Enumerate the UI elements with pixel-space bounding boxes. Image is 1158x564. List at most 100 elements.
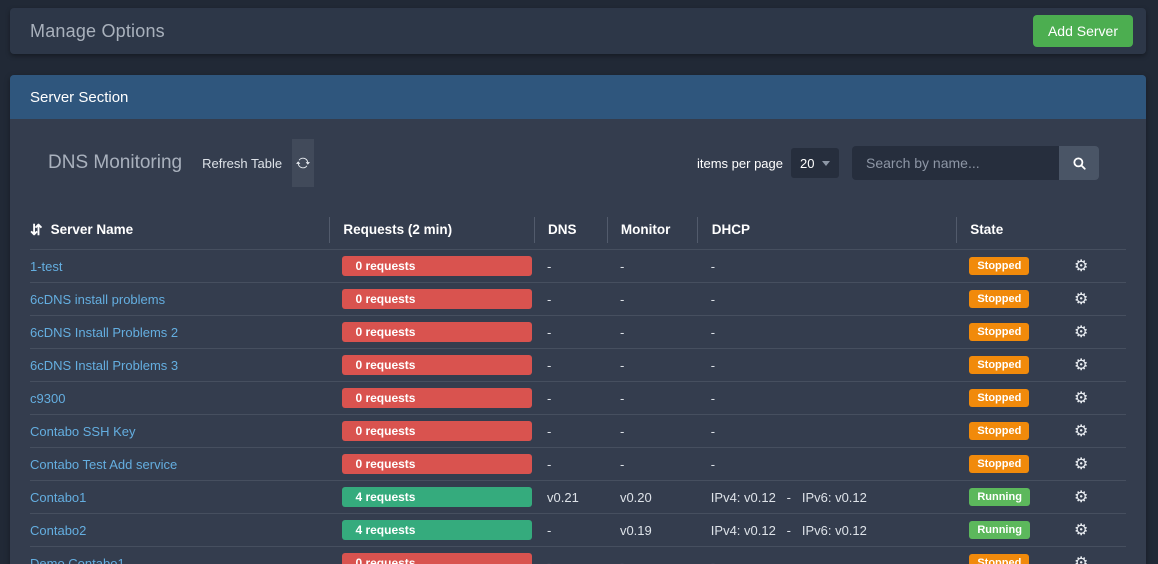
actions-cell: ⚙ [1066,289,1126,309]
table-body: 1-test 0 requests - - - Stopped ⚙ 6cDNS … [30,249,1126,564]
dhcp-value: - [697,358,957,373]
server-name-link[interactable]: 6cDNS Install Problems 2 [30,325,178,340]
manage-options-bar: Manage Options Add Server [10,8,1146,54]
dhcp-value: - [697,325,957,340]
dhcp-value: - [697,424,957,439]
requests-badge: 0 requests [342,322,532,342]
dhcp-value: - [697,292,957,307]
actions-cell: ⚙ [1066,553,1126,564]
gear-icon[interactable]: ⚙ [1068,520,1094,540]
column-header-server-name[interactable]: ⇵ Server Name [30,217,329,243]
search-input[interactable] [852,146,1059,180]
requests-cell: 0 requests [329,553,534,564]
gear-icon[interactable]: ⚙ [1068,487,1094,507]
actions-cell: ⚙ [1066,322,1126,342]
actions-cell: ⚙ [1066,355,1126,375]
gear-icon[interactable]: ⚙ [1068,355,1094,375]
requests-badge: 4 requests [342,520,532,540]
column-label-server-name: Server Name [51,222,134,237]
actions-cell: ⚙ [1066,388,1126,408]
monitor-value: - [607,556,697,564]
page-title: Manage Options [30,21,165,42]
column-header-monitor: Monitor [607,217,697,243]
server-name-cell: 6cDNS Install Problems 3 [30,358,329,373]
state-badge: Running [969,521,1030,539]
gear-icon[interactable]: ⚙ [1068,256,1094,276]
gear-icon[interactable]: ⚙ [1068,289,1094,309]
requests-badge: 0 requests [342,256,532,276]
dhcp-value: IPv4: v0.12 - IPv6: v0.12 [697,523,957,538]
table-row: 1-test 0 requests - - - Stopped ⚙ [30,249,1126,282]
state-badge: Stopped [969,356,1029,374]
dns-value: - [534,358,607,373]
state-cell: Stopped [956,554,1066,564]
state-cell: Running [956,521,1066,539]
dhcp-value: - [697,391,957,406]
requests-cell: 0 requests [329,256,534,276]
add-server-button[interactable]: Add Server [1033,15,1133,47]
server-name-link[interactable]: Demo Contabo1 [30,556,125,564]
server-name-link[interactable]: Contabo2 [30,523,86,538]
column-label-state: State [970,222,1003,237]
monitor-value: - [607,259,697,274]
dns-value: - [534,325,607,340]
items-per-page-select[interactable]: 20 [791,148,839,178]
dhcp-value: IPv4: v0.12 - IPv6: v0.12 [697,490,957,505]
server-section-header: Server Section [10,75,1146,119]
server-name-link[interactable]: c9300 [30,391,65,406]
table-row: Contabo2 4 requests - v0.19 IPv4: v0.12 … [30,513,1126,546]
table-row: Contabo Test Add service 0 requests - - … [30,447,1126,480]
actions-cell: ⚙ [1066,520,1126,540]
dns-value: - [534,556,607,564]
state-badge: Stopped [969,290,1029,308]
table-row: Contabo SSH Key 0 requests - - - Stopped… [30,414,1126,447]
dns-value: - [534,259,607,274]
server-section-title: Server Section [30,89,128,106]
sort-icon[interactable]: ⇵ [30,221,43,239]
server-name-link[interactable]: Contabo Test Add service [30,457,177,472]
state-cell: Stopped [956,356,1066,374]
server-name-link[interactable]: Contabo SSH Key [30,424,136,439]
column-label-requests: Requests (2 min) [343,222,452,237]
gear-icon[interactable]: ⚙ [1068,421,1094,441]
server-name-link[interactable]: 6cDNS install problems [30,292,165,307]
requests-badge: 0 requests [342,355,532,375]
requests-badge: 0 requests [342,289,532,309]
gear-icon[interactable]: ⚙ [1068,454,1094,474]
gear-icon[interactable]: ⚙ [1068,388,1094,408]
requests-badge: 0 requests [342,421,532,441]
column-label-dns: DNS [548,222,577,237]
search-button[interactable] [1059,146,1099,180]
state-badge: Stopped [969,389,1029,407]
table-row: 6cDNS install problems 0 requests - - - … [30,282,1126,315]
state-badge: Stopped [969,554,1029,564]
requests-cell: 0 requests [329,454,534,474]
actions-cell: ⚙ [1066,454,1126,474]
items-per-page-value: 20 [800,156,814,171]
monitor-value: - [607,358,697,373]
requests-badge: 0 requests [342,388,532,408]
dns-value: - [534,292,607,307]
server-name-cell: 1-test [30,259,329,274]
gear-icon[interactable]: ⚙ [1068,322,1094,342]
server-name-cell: Demo Contabo1 [30,556,329,564]
server-name-cell: Contabo SSH Key [30,424,329,439]
column-label-monitor: Monitor [621,222,671,237]
table-toolbar: DNS Monitoring Refresh Table items per p… [30,139,1126,187]
state-cell: Stopped [956,389,1066,407]
state-badge: Stopped [969,323,1029,341]
search-icon [1072,156,1087,171]
refresh-table-button[interactable] [292,139,314,187]
monitor-value: v0.19 [607,523,697,538]
monitor-value: v0.20 [607,490,697,505]
requests-cell: 0 requests [329,355,534,375]
requests-cell: 0 requests [329,421,534,441]
server-name-link[interactable]: Contabo1 [30,490,86,505]
table-row: Contabo1 4 requests v0.21 v0.20 IPv4: v0… [30,480,1126,513]
column-label-dhcp: DHCP [712,222,750,237]
gear-icon[interactable]: ⚙ [1068,553,1094,564]
server-name-link[interactable]: 6cDNS Install Problems 3 [30,358,178,373]
server-name-link[interactable]: 1-test [30,259,63,274]
items-per-page-label: items per page [697,156,783,171]
server-name-cell: Contabo2 [30,523,329,538]
